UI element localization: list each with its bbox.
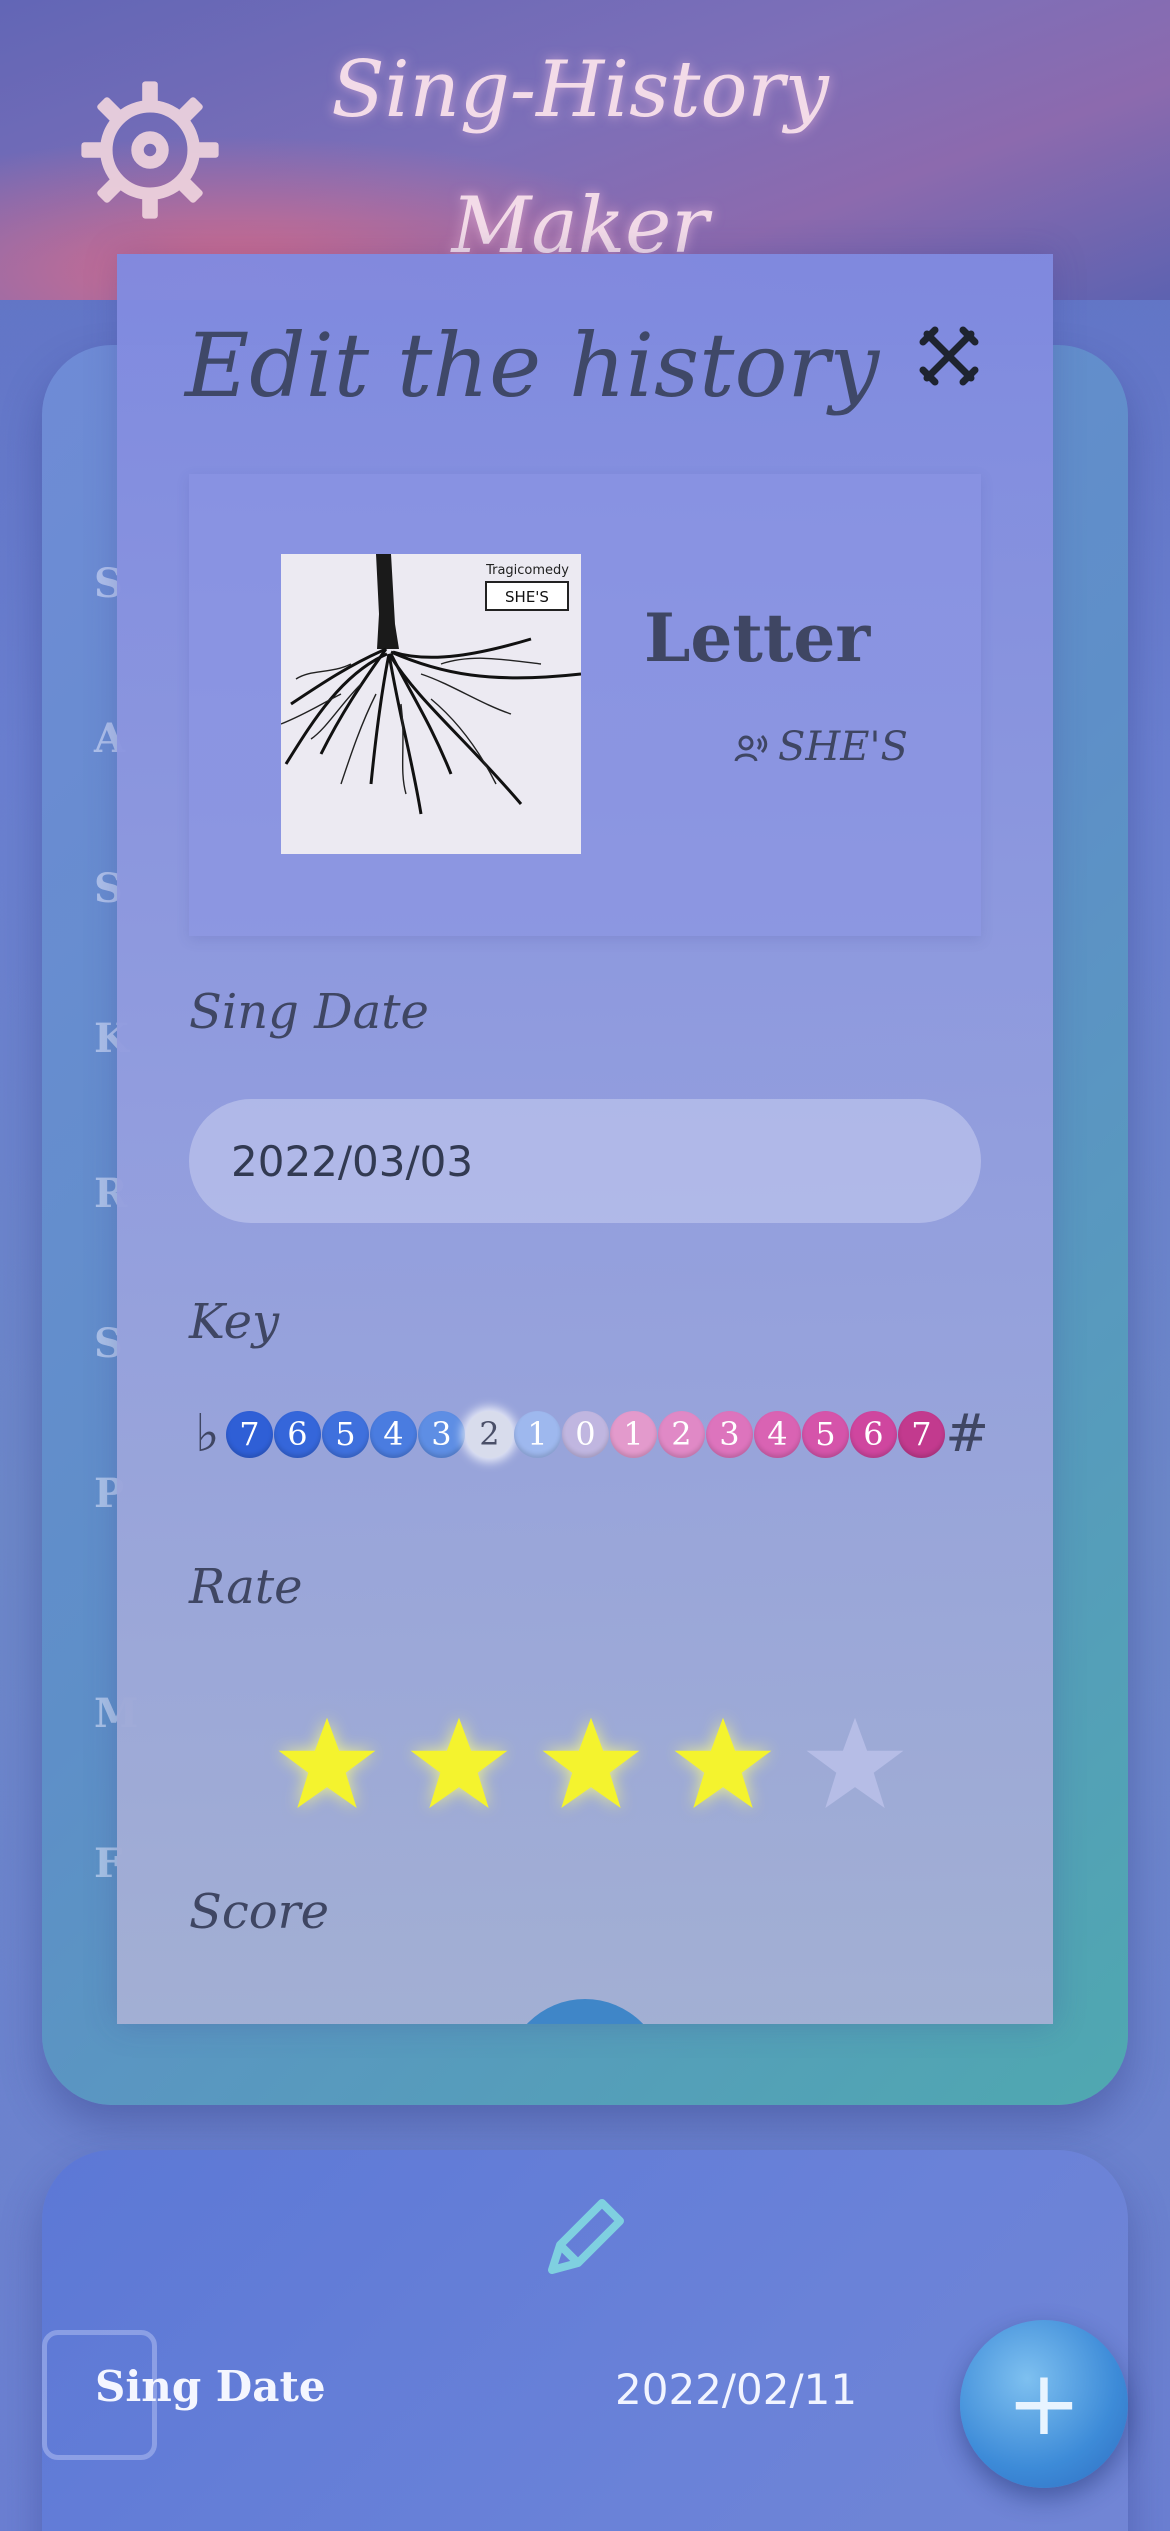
album-jacket: Tragicomedy SHE'S: [281, 554, 581, 854]
key-option[interactable]: 5: [801, 1410, 849, 1458]
sing-date-label: Sing Date: [95, 2362, 326, 2411]
key-option[interactable]: 6: [273, 1410, 321, 1458]
star-empty-icon[interactable]: [800, 1709, 910, 1819]
star-filled-icon[interactable]: [404, 1709, 514, 1819]
star-filled-icon[interactable]: [668, 1709, 778, 1819]
sharp-symbol: #: [945, 1404, 989, 1464]
settings-gear-icon[interactable]: [72, 72, 228, 228]
key-option[interactable]: 2: [657, 1410, 705, 1458]
album-art-roots: Tragicomedy SHE'S: [281, 554, 581, 854]
artist-row: SHE'S: [734, 724, 908, 770]
key-option[interactable]: 2: [465, 1410, 513, 1458]
add-history-button[interactable]: +: [960, 2320, 1128, 2488]
key-option[interactable]: 7: [897, 1410, 945, 1458]
close-icon[interactable]: [917, 324, 981, 388]
score-dial[interactable]: [505, 1999, 665, 2024]
key-options: 765432101234567: [225, 1410, 945, 1458]
key-option[interactable]: 4: [369, 1410, 417, 1458]
sing-date-input[interactable]: [189, 1099, 981, 1223]
artist-name: SHE'S: [778, 724, 908, 770]
rating-stars: [272, 1709, 952, 1829]
sing-date-value: 2022/02/11: [615, 2365, 858, 2414]
key-option[interactable]: 3: [417, 1410, 465, 1458]
key-option[interactable]: 3: [705, 1410, 753, 1458]
rate-label: Rate: [189, 1559, 303, 1615]
key-option[interactable]: 0: [561, 1410, 609, 1458]
key-selector: ♭ 765432101234567 #: [189, 1404, 989, 1464]
edit-pen-icon[interactable]: [532, 2190, 632, 2290]
sing-date-label: Sing Date: [189, 984, 429, 1040]
artist-singing-icon: [734, 734, 768, 762]
key-option[interactable]: 6: [849, 1410, 897, 1458]
score-label: Score: [189, 1884, 330, 1940]
edit-history-modal: Edit the history Tragicomedy SHE'S Lette…: [117, 254, 1053, 2024]
star-filled-icon[interactable]: [536, 1709, 646, 1819]
key-label: Key: [189, 1294, 280, 1350]
key-option[interactable]: 7: [225, 1410, 273, 1458]
star-filled-icon[interactable]: [272, 1709, 382, 1819]
flat-symbol: ♭: [194, 1404, 220, 1464]
jacket-subtitle: Tragicomedy: [485, 563, 569, 578]
modal-title: Edit the history: [185, 314, 880, 417]
song-title: Letter: [644, 599, 871, 677]
jacket-badge: SHE'S: [505, 588, 549, 606]
song-card: Tragicomedy SHE'S Letter SHE'S: [189, 474, 981, 936]
key-option[interactable]: 5: [321, 1410, 369, 1458]
key-option[interactable]: 1: [513, 1410, 561, 1458]
key-option[interactable]: 4: [753, 1410, 801, 1458]
key-option[interactable]: 1: [609, 1410, 657, 1458]
